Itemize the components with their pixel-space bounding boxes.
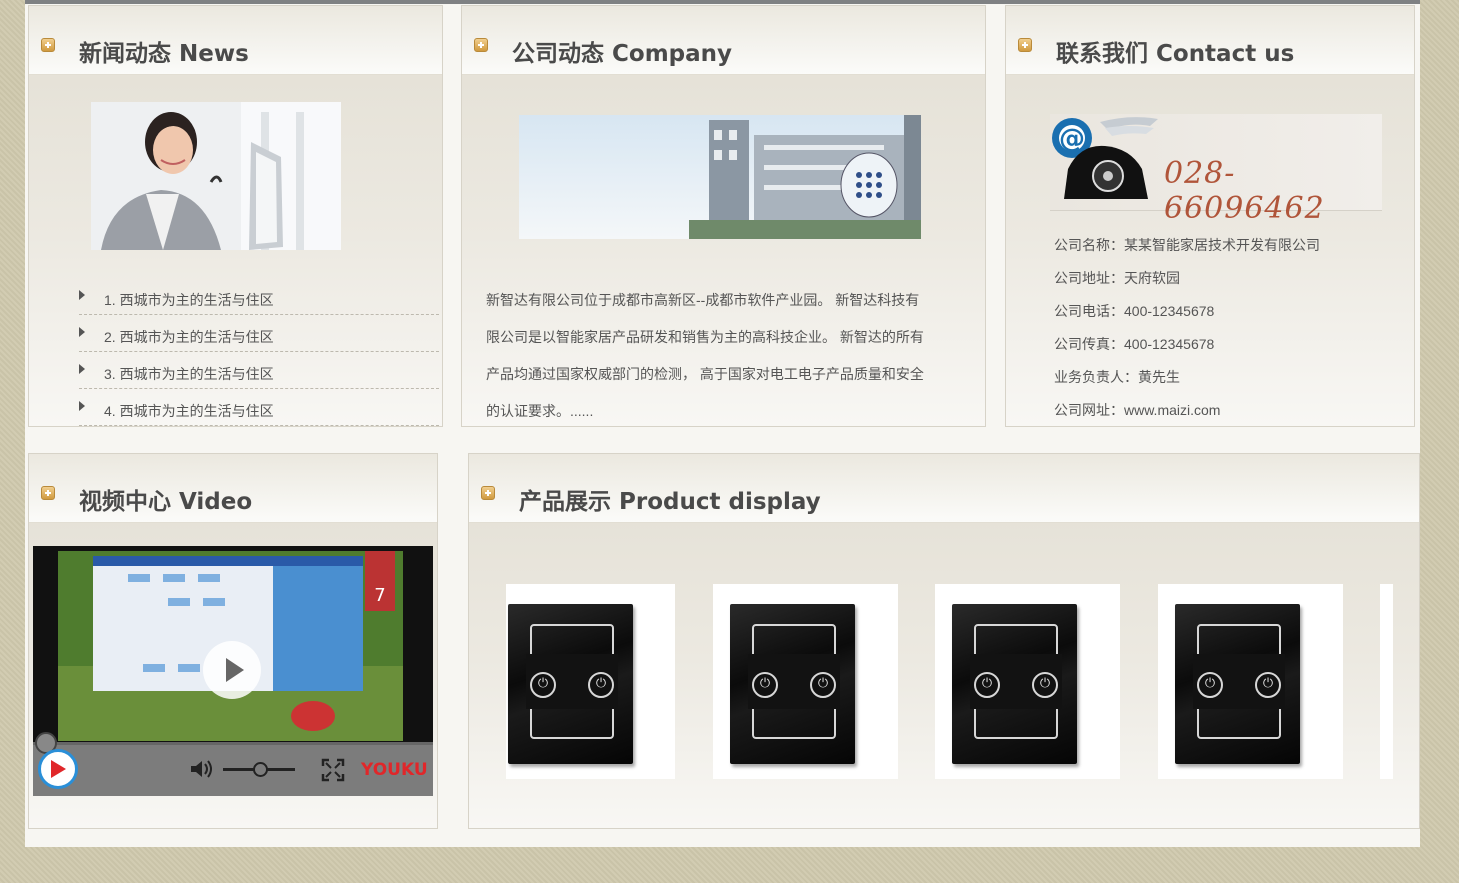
youku-logo-icon[interactable] bbox=[38, 749, 78, 789]
company-panel: 公司动态 Company 新智达有限公司位于成都市高新区--成都市软件产业园。 … bbox=[461, 5, 986, 427]
contact-header: 联系我们 Contact us bbox=[1006, 6, 1414, 75]
company-title: 公司动态 Company bbox=[512, 41, 733, 67]
news-header: 新闻动态 News bbox=[29, 6, 442, 75]
video-panel: 视频中心 Video 7 YOUKU bbox=[28, 453, 438, 829]
contact-panel: 联系我们 Contact us @ 028-66096462 公司名称：某某智能… bbox=[1005, 5, 1415, 427]
plus-icon bbox=[481, 486, 495, 500]
power-icon bbox=[530, 672, 556, 698]
power-icon bbox=[1197, 672, 1223, 698]
company-description: 新智达有限公司位于成都市高新区--成都市软件产业园。 新智达科技有 限公司是以智… bbox=[486, 282, 962, 430]
company-photo[interactable] bbox=[519, 115, 921, 239]
news-photo[interactable] bbox=[91, 102, 341, 250]
company-header: 公司动态 Company bbox=[462, 6, 985, 75]
news-list: 1. 西城市为主的生活与住区 2. 西城市为主的生活与住区 3. 西城市为主的生… bbox=[79, 278, 439, 426]
phone-banner: @ 028-66096462 bbox=[1050, 114, 1382, 226]
touch-switch-image bbox=[508, 604, 633, 764]
video-player[interactable]: 7 YOUKU bbox=[33, 546, 433, 796]
company-fax: 公司传真：400-12345678 bbox=[1054, 336, 1215, 352]
power-icon bbox=[974, 672, 1000, 698]
telephone-icon: @ bbox=[1052, 117, 1158, 199]
product-item-partial[interactable] bbox=[1380, 584, 1393, 779]
company-website[interactable]: 公司网址：www.maizi.com bbox=[1054, 400, 1220, 420]
plus-icon bbox=[41, 486, 55, 500]
list-item[interactable]: 3. 西城市为主的生活与住区 bbox=[79, 352, 439, 389]
power-icon bbox=[752, 672, 778, 698]
svg-text:7: 7 bbox=[374, 585, 385, 606]
business-contact: 业务负责人：黄先生 bbox=[1054, 369, 1180, 385]
power-icon bbox=[588, 672, 614, 698]
power-icon bbox=[1255, 672, 1281, 698]
product-item[interactable] bbox=[506, 584, 675, 779]
contact-title: 联系我们 Contact us bbox=[1056, 41, 1295, 67]
list-item[interactable]: 4. 西城市为主的生活与住区 bbox=[79, 389, 439, 426]
list-item[interactable]: 2. 西城市为主的生活与住区 bbox=[79, 315, 439, 352]
phone-number: 028-66096462 bbox=[1164, 156, 1325, 226]
play-button[interactable] bbox=[203, 641, 261, 699]
video-title: 视频中心 Video bbox=[79, 489, 253, 515]
product-item[interactable] bbox=[713, 584, 898, 779]
arrow-icon bbox=[79, 327, 85, 337]
volume-slider[interactable] bbox=[223, 762, 295, 777]
product-panel: 产品展示 Product display bbox=[468, 453, 1420, 829]
arrow-icon bbox=[79, 401, 85, 411]
touch-switch-image bbox=[952, 604, 1077, 764]
svg-text:@: @ bbox=[1059, 124, 1085, 154]
youku-brand: YOUKU bbox=[361, 760, 428, 780]
touch-switch-image bbox=[1175, 604, 1300, 764]
plus-icon bbox=[41, 38, 55, 52]
product-item[interactable] bbox=[935, 584, 1120, 779]
video-header: 视频中心 Video bbox=[29, 454, 437, 523]
company-name: 公司名称：某某智能家居技术开发有限公司 bbox=[1054, 237, 1320, 253]
arrow-icon bbox=[79, 364, 85, 374]
power-icon bbox=[810, 672, 836, 698]
product-title: 产品展示 Product display bbox=[519, 489, 821, 515]
product-header: 产品展示 Product display bbox=[469, 454, 1419, 523]
volume-icon[interactable] bbox=[189, 758, 215, 780]
power-icon bbox=[1032, 672, 1058, 698]
top-bar bbox=[25, 0, 1420, 4]
news-panel: 新闻动态 News 1. 西城市为主的生活与住区 2. 西城市为主的生活与住区 … bbox=[28, 5, 443, 427]
news-title: 新闻动态 News bbox=[79, 41, 249, 67]
company-address: 公司地址：天府软园 bbox=[1054, 270, 1180, 286]
plus-icon bbox=[474, 38, 488, 52]
page-wrapper: 新闻动态 News 1. 西城市为主的生活与住区 2. 西城市为主的生活与住区 … bbox=[25, 0, 1420, 847]
play-icon bbox=[226, 658, 244, 682]
volume-handle[interactable] bbox=[253, 762, 268, 777]
more-link[interactable]: 的认证要求。...... bbox=[486, 393, 962, 430]
fullscreen-icon[interactable] bbox=[321, 758, 345, 782]
product-item[interactable] bbox=[1158, 584, 1343, 779]
company-phone: 公司电话：400-12345678 bbox=[1054, 303, 1215, 319]
list-item[interactable]: 1. 西城市为主的生活与住区 bbox=[79, 278, 439, 315]
touch-switch-image bbox=[730, 604, 855, 764]
plus-icon bbox=[1018, 38, 1032, 52]
arrow-icon bbox=[79, 290, 85, 300]
